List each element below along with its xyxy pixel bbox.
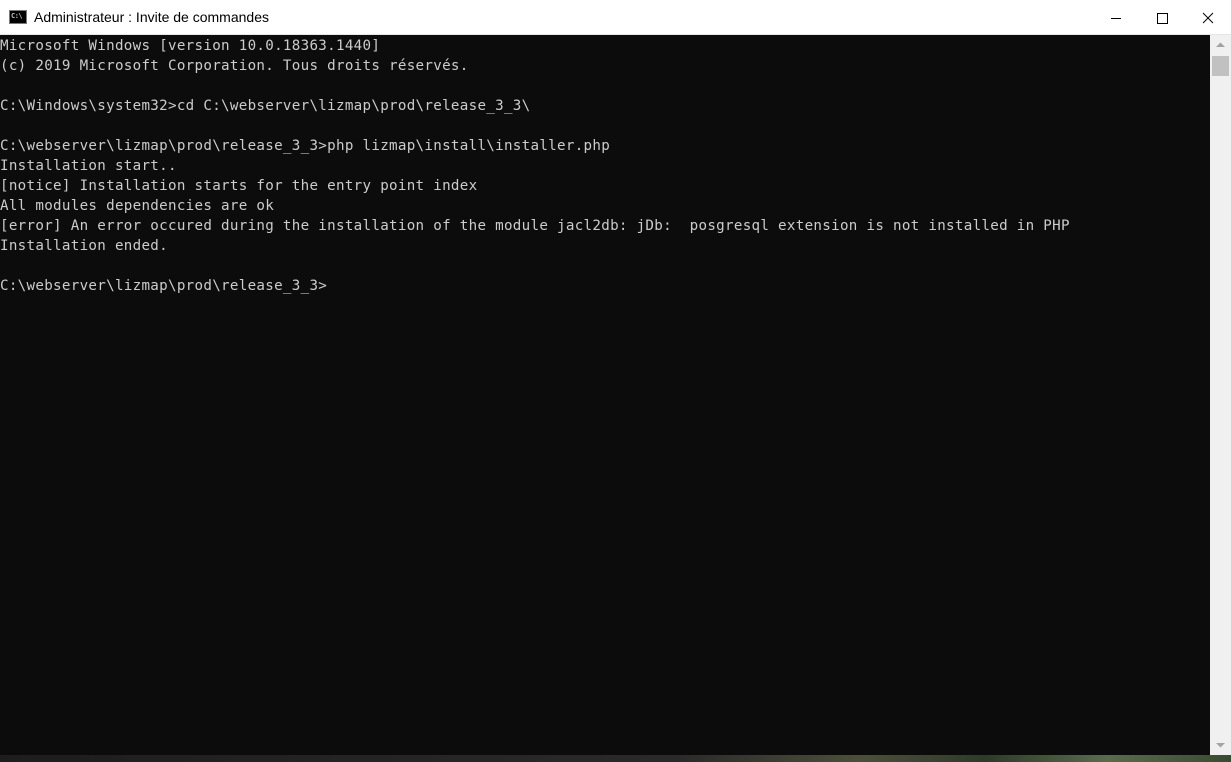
console-line: (c) 2019 Microsoft Corporation. Tous dro… (0, 58, 469, 74)
scrollbar-thumb[interactable] (1212, 56, 1229, 76)
chevron-up-icon (1216, 42, 1225, 47)
console-line: [notice] Installation starts for the ent… (0, 178, 478, 194)
console-line: C:\webserver\lizmap\prod\release_3_3> (0, 278, 328, 294)
chevron-down-icon (1216, 743, 1225, 748)
console-output[interactable]: Microsoft Windows [version 10.0.18363.14… (0, 35, 1210, 755)
scroll-down-button[interactable] (1210, 735, 1231, 755)
console-line: Installation start.. (0, 158, 177, 174)
console-line: Microsoft Windows [version 10.0.18363.14… (0, 38, 381, 54)
cmd-icon[interactable]: C:\ (9, 10, 27, 24)
console-line: C:\webserver\lizmap\prod\release_3_3>php… (0, 138, 611, 154)
console-line: [error] An error occured during the inst… (0, 218, 1070, 234)
maximize-button[interactable] (1139, 0, 1185, 35)
title-bar[interactable]: C:\ Administrateur : Invite de commandes (0, 0, 1231, 35)
maximize-icon (1157, 12, 1168, 24)
minimize-icon (1111, 17, 1121, 19)
scroll-up-button[interactable] (1210, 35, 1231, 55)
minimize-button[interactable] (1093, 0, 1139, 35)
cmd-window: C:\ Administrateur : Invite de commandes (0, 0, 1231, 762)
console-line: C:\Windows\system32>cd C:\webserver\lizm… (0, 98, 531, 114)
desktop-background-strip (0, 755, 1231, 762)
vertical-scrollbar[interactable] (1210, 35, 1231, 755)
cmd-icon-glyph: C:\ (11, 12, 23, 20)
close-button[interactable] (1185, 0, 1231, 35)
window-controls (1093, 0, 1231, 35)
console-line: All modules dependencies are ok (0, 198, 275, 214)
console-line: Installation ended. (0, 238, 168, 254)
close-icon (1202, 12, 1214, 23)
window-title: Administrateur : Invite de commandes (34, 9, 269, 25)
